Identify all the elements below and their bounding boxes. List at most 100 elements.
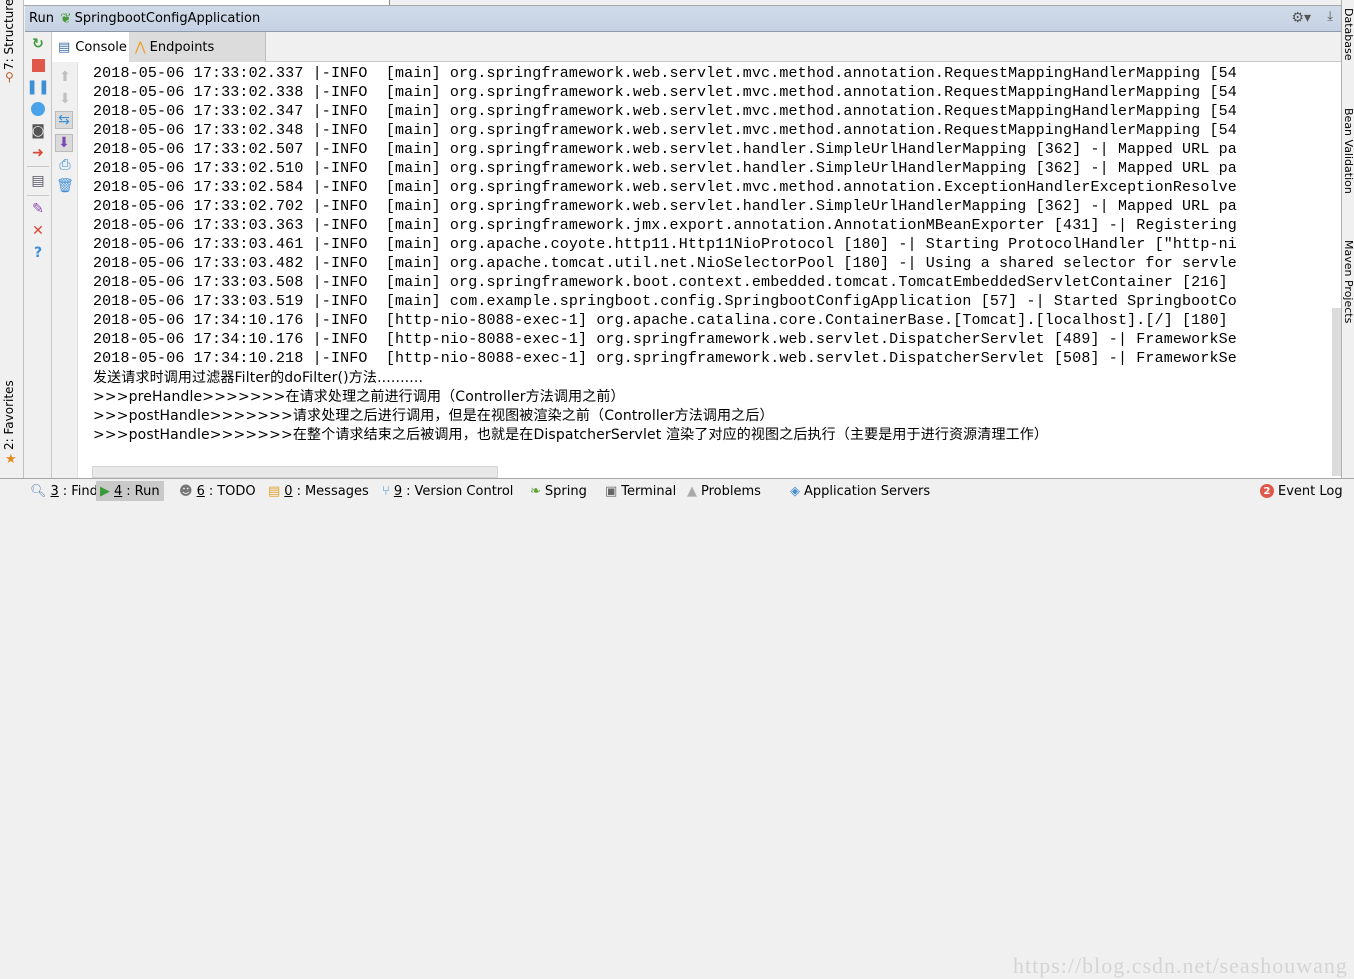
terminal-button[interactable]: ▣ Terminal <box>601 481 680 501</box>
event-log-badge: 2 <box>1260 484 1274 498</box>
version-control-button[interactable]: ⑂ 9: Version Control <box>378 481 517 501</box>
soft-wrap-icon[interactable]: ⇆ <box>55 111 73 129</box>
search-icon: 🔍︎ <box>30 483 47 499</box>
messages-colon: : <box>296 483 301 499</box>
run-button[interactable]: ▶ 4: Run <box>96 481 164 501</box>
messages-label: Messages <box>304 483 369 499</box>
log-line: 2018-05-06 17:33:02.507 |-INFO [main] or… <box>93 141 1237 158</box>
todo-icon: ☻ <box>179 483 193 499</box>
todo-button[interactable]: ☻ 6: TODO <box>175 481 260 501</box>
run-window-header: Run ❦ SpringbootConfigApplication ⚙▾ ⤓ <box>25 6 1341 32</box>
problems-button[interactable]: ▲ Problems <box>683 481 765 501</box>
output-line: >>>preHandle>>>>>>>在请求处理之前进行调用（Controlle… <box>93 389 625 405</box>
version-control-key: 9 <box>393 483 403 499</box>
close-icon[interactable]: ✕ <box>29 222 47 240</box>
structure-tab[interactable]: 7: Structure <box>2 0 16 70</box>
log-line: 2018-05-06 17:33:02.347 |-INFO [main] or… <box>93 103 1237 120</box>
find-label: Find <box>71 483 98 499</box>
log-line: 2018-05-06 17:34:10.218 |-INFO [http-nio… <box>93 350 1237 367</box>
output-line: 发送请求时调用过滤器Filter的doFilter()方法.......... <box>93 370 424 386</box>
event-log-button[interactable]: 2 Event Log <box>1256 481 1347 501</box>
log-line: 2018-05-06 17:33:02.510 |-INFO [main] or… <box>93 160 1237 177</box>
version-control-icon: ⑂ <box>382 483 390 499</box>
console-output[interactable]: 2018-05-06 17:33:02.337 |-INFO [main] or… <box>78 62 1341 478</box>
todo-colon: : <box>208 483 214 499</box>
terminal-label: Terminal <box>621 483 677 499</box>
pin-icon[interactable]: ✎ <box>29 200 47 218</box>
structure-icon: ⚲ <box>5 70 14 84</box>
run-colon: : <box>126 483 131 499</box>
find-key: 3 <box>50 483 59 499</box>
bottom-tool-window-bar: 🔍︎ 3: Find ▶ 4: Run ☻ 6: TODO ▤ 0: Messa… <box>0 478 1354 978</box>
tab-endpoints[interactable]: ⋀ Endpoints <box>129 32 266 62</box>
todo-key: 6 <box>196 483 205 499</box>
exit-icon[interactable]: ➜ <box>29 144 47 162</box>
application-servers-label: Application Servers <box>804 483 931 499</box>
layout-icon[interactable]: ▤ <box>29 172 47 190</box>
spring-button[interactable]: ❧ Spring <box>526 481 591 501</box>
endpoints-icon: ⋀ <box>135 39 146 55</box>
horizontal-scrollbar[interactable] <box>92 466 498 478</box>
watermark: https://blog.csdn.net/seashouwang <box>1013 953 1348 978</box>
problems-label: Problems <box>701 483 761 499</box>
spring-boot-icon: ❦ <box>59 10 72 27</box>
up-arrow-icon[interactable]: ⬆ <box>56 68 74 86</box>
warning-icon: ▲ <box>687 483 697 499</box>
star-icon: ★ <box>5 452 17 467</box>
terminal-icon: ▣ <box>605 483 618 499</box>
database-tab[interactable]: Database <box>1342 8 1354 61</box>
find-button[interactable]: 🔍︎ 3: Find <box>26 481 102 501</box>
log-line: 2018-05-06 17:34:10.176 |-INFO [http-nio… <box>93 331 1237 348</box>
log-line: 2018-05-06 17:33:03.363 |-INFO [main] or… <box>93 217 1237 234</box>
log-line: 2018-05-06 17:34:10.176 |-INFO [http-nio… <box>93 312 1237 329</box>
run-config-name: SpringbootConfigApplication <box>74 11 261 26</box>
gear-icon[interactable]: ⚙▾ <box>1291 10 1311 26</box>
find-colon: : <box>62 483 68 499</box>
right-tool-window-bar: Database Bean Validation Maven Projects <box>1341 0 1354 478</box>
maven-projects-tab[interactable]: Maven Projects <box>1342 240 1354 323</box>
help-icon[interactable]: ? <box>29 244 47 262</box>
run-tabs: ▤ Console ⋀ Endpoints <box>52 32 1341 62</box>
down-arrow-icon[interactable]: ⬇ <box>56 90 74 108</box>
application-servers-button[interactable]: ◈ Application Servers <box>786 481 934 501</box>
hide-icon[interactable]: ⤓ <box>1327 9 1333 24</box>
rerun-icon[interactable]: ↻ <box>29 35 47 53</box>
pause-icon[interactable]: ❚❚ <box>26 78 49 96</box>
log-line: 2018-05-06 17:33:03.482 |-INFO [main] or… <box>93 255 1237 272</box>
messages-key: 0 <box>284 483 293 499</box>
camera-icon[interactable]: ◙ <box>29 122 47 140</box>
vertical-scrollbar[interactable] <box>1332 308 1341 476</box>
log-line: 2018-05-06 17:33:02.702 |-INFO [main] or… <box>93 198 1237 215</box>
trash-icon[interactable]: 🗑 <box>56 177 74 195</box>
tab-endpoints-label: Endpoints <box>149 39 215 55</box>
run-key: 4 <box>114 483 123 499</box>
messages-icon: ▤ <box>268 483 281 499</box>
print-icon[interactable]: ⎙ <box>56 156 74 174</box>
messages-button[interactable]: ▤ 0: Messages <box>264 481 373 501</box>
globe-icon[interactable] <box>29 100 47 118</box>
todo-label: TODO <box>217 483 256 499</box>
run-toolbar: ↻ ❚❚ ◙ ➜ ▤ ✎ ✕ ? <box>25 32 52 478</box>
version-control-label: Version Control <box>414 483 514 499</box>
scroll-to-end-icon[interactable]: ⬇ <box>55 134 73 152</box>
spring-leaf-icon: ❧ <box>530 483 541 499</box>
console-icon: ▤ <box>58 39 71 55</box>
output-line: >>>postHandle>>>>>>>在整个请求结束之后被调用，也就是在Dis… <box>93 427 1049 443</box>
run-label-bottom: Run <box>134 483 160 499</box>
log-line: 2018-05-06 17:33:03.519 |-INFO [main] co… <box>93 293 1237 310</box>
console-toolbar: ⬆ ⬇ ⇆ ⬇ ⎙ 🗑 <box>52 62 78 478</box>
bean-validation-tab[interactable]: Bean Validation <box>1342 108 1354 194</box>
run-label: Run <box>29 11 54 26</box>
tab-console[interactable]: ▤ Console <box>52 32 129 62</box>
spring-label: Spring <box>544 483 587 499</box>
tab-console-label: Console <box>75 39 127 55</box>
run-icon: ▶ <box>100 483 110 499</box>
left-tool-window-bar: 7: Structure ⚲ 2: Favorites ★ <box>0 0 24 478</box>
favorites-tab[interactable]: 2: Favorites <box>2 380 16 450</box>
output-line: >>>postHandle>>>>>>>请求处理之后进行调用，但是在视图被渲染之… <box>93 408 774 424</box>
log-line: 2018-05-06 17:33:02.348 |-INFO [main] or… <box>93 122 1237 139</box>
log-line: 2018-05-06 17:33:03.461 |-INFO [main] or… <box>93 236 1237 253</box>
version-control-colon: : <box>406 483 411 499</box>
stop-icon[interactable] <box>29 56 47 74</box>
log-line: 2018-05-06 17:33:02.338 |-INFO [main] or… <box>93 84 1237 101</box>
